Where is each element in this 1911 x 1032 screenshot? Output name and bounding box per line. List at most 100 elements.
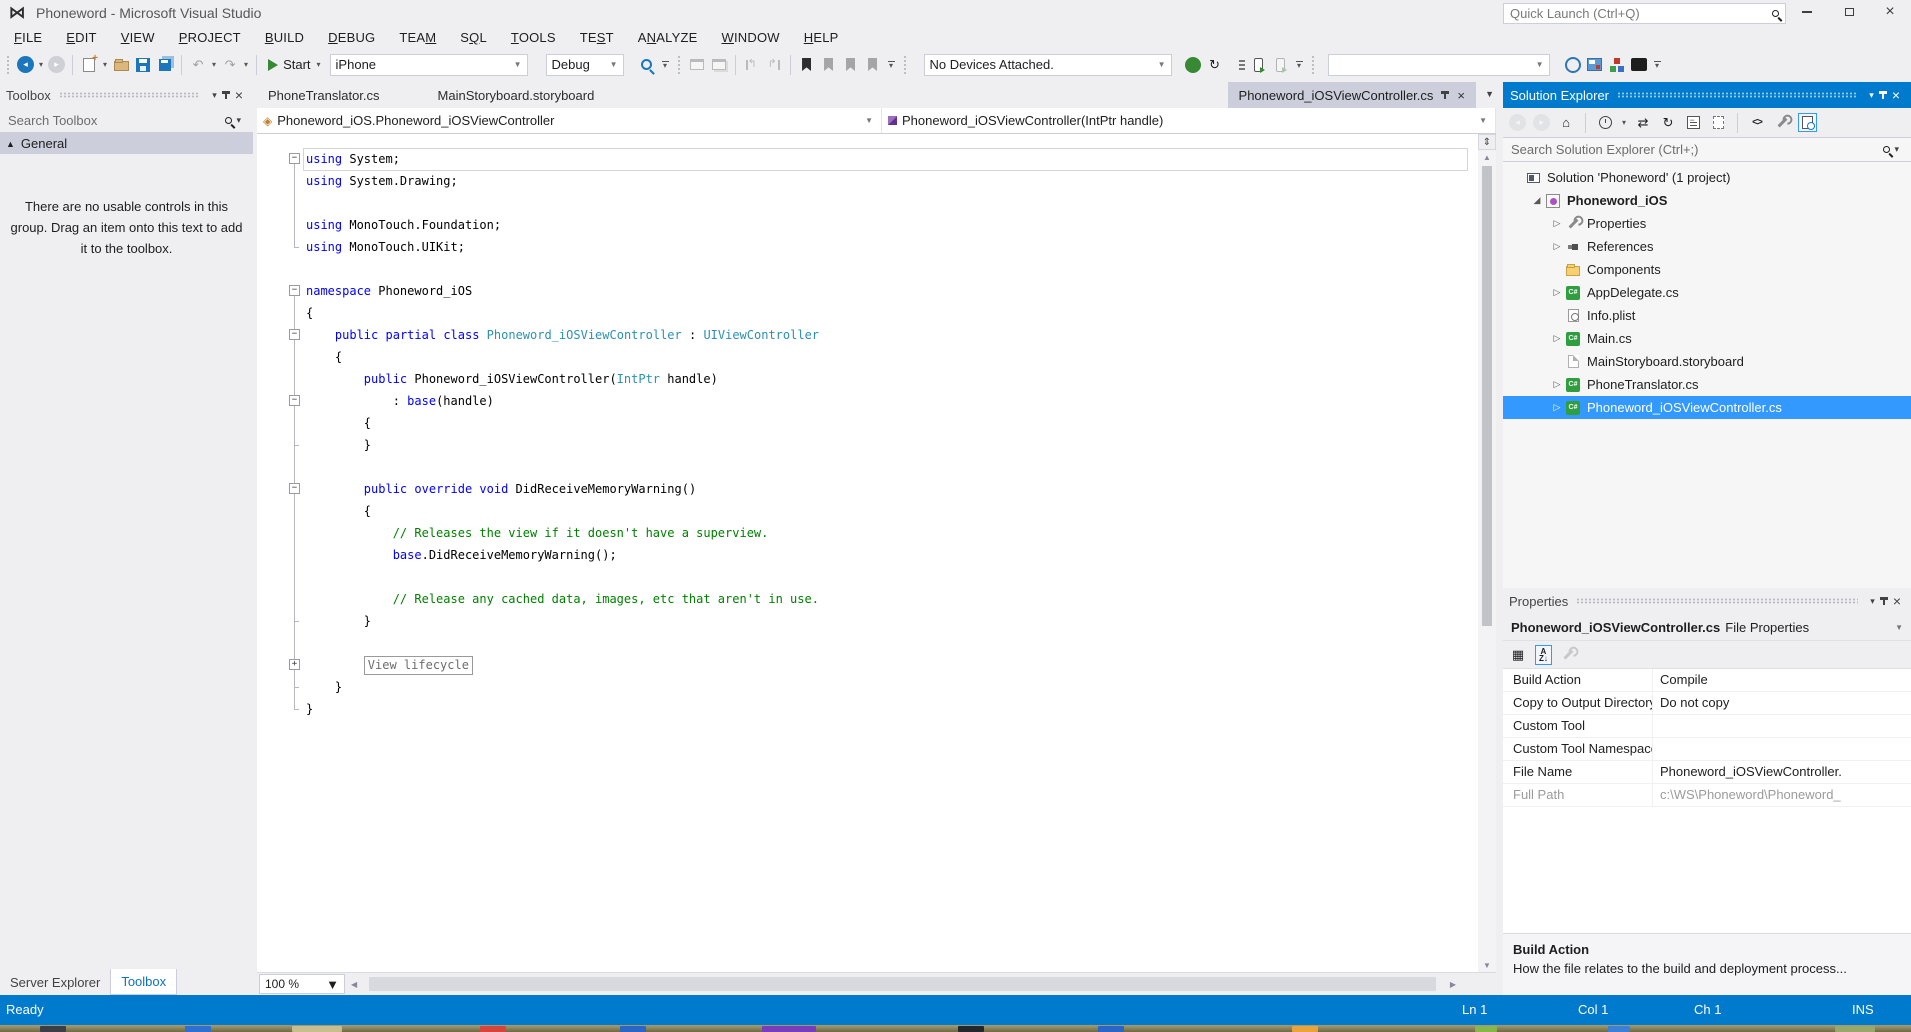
toolbar-grip[interactable] — [903, 55, 908, 75]
tree-item-phonetranslator-cs[interactable]: ▷C#PhoneTranslator.cs — [1503, 373, 1911, 396]
devices-combo[interactable]: No Devices Attached.▼ — [924, 54, 1172, 76]
menu-item-edit[interactable]: EDIT — [54, 28, 108, 47]
expanded-icon[interactable]: ◢ — [1529, 195, 1545, 206]
window-position-icon[interactable]: ▾ — [212, 90, 217, 101]
menu-item-sql[interactable]: SQL — [448, 28, 499, 47]
navigate-forward-icon[interactable]: ▸ — [48, 56, 65, 73]
menu-item-analyze[interactable]: ANALYZE — [626, 28, 710, 47]
window-position-icon[interactable]: ▾ — [1870, 596, 1875, 607]
tree-item-appdelegate-cs[interactable]: ▷C#AppDelegate.cs — [1503, 281, 1911, 304]
navigate-back-icon[interactable]: ◂ — [17, 56, 34, 73]
toolbar-overflow-icon[interactable]: ▾ — [1294, 61, 1305, 68]
toolbar-overflow-icon[interactable]: ▾ — [1652, 61, 1663, 68]
close-icon[interactable]: × — [1892, 87, 1900, 103]
collapsed-region[interactable]: View lifecycle — [364, 656, 473, 675]
config-combo[interactable]: Debug▼ — [546, 54, 624, 76]
start-debug-button[interactable]: Start▾ — [264, 57, 325, 72]
uncomment-selection-icon[interactable] — [765, 56, 783, 74]
toolbar-grip[interactable] — [6, 55, 11, 75]
save-all-icon[interactable] — [156, 56, 174, 74]
property-row-custom-tool[interactable]: Custom Tool — [1503, 715, 1911, 738]
sync-with-active-document-icon[interactable]: ⇄ — [1634, 114, 1652, 132]
collapse-all-icon[interactable] — [1684, 114, 1702, 132]
property-value[interactable]: Do not copy — [1653, 692, 1911, 714]
restore-button[interactable] — [1828, 0, 1870, 23]
close-button[interactable]: × — [1869, 0, 1911, 23]
menu-item-team[interactable]: TEAM — [387, 28, 448, 47]
scroll-down-icon[interactable]: ▼ — [1483, 958, 1491, 972]
se-forward-icon[interactable]: ▸ — [1533, 114, 1550, 131]
zoom-combo[interactable]: 100 % ▼ — [259, 974, 345, 994]
taskbar-app-icon[interactable] — [1835, 1026, 1875, 1032]
taskbar-app-icon[interactable] — [1475, 1026, 1497, 1032]
tab-server-explorer[interactable]: Server Explorer — [0, 969, 110, 995]
collapsed-icon[interactable]: ▷ — [1549, 287, 1565, 298]
toolbar-grip[interactable] — [1311, 55, 1316, 75]
toolbar-overflow-icon[interactable]: ▾ — [886, 61, 897, 68]
property-pages-icon[interactable] — [1560, 646, 1578, 664]
solution-explorer-search-input[interactable]: Search Solution Explorer (Ctrl+;) ▾ — [1503, 137, 1911, 162]
taskbar-app-icon[interactable] — [480, 1026, 506, 1032]
close-icon[interactable]: × — [1457, 88, 1465, 103]
property-value[interactable] — [1653, 738, 1911, 760]
taskbar-app-icon[interactable] — [958, 1026, 984, 1032]
pending-changes-filter-icon[interactable] — [1596, 114, 1614, 132]
code-editor-surface[interactable]: −−−−−+ using System;using System.Drawing… — [257, 134, 1496, 972]
property-row-build-action[interactable]: Build ActionCompile — [1503, 669, 1911, 692]
toggle-bookmark-icon[interactable] — [798, 56, 816, 74]
chevron-down-icon[interactable]: ▾ — [102, 60, 108, 69]
categorized-icon[interactable]: ▦ — [1509, 646, 1527, 664]
chevron-down-icon[interactable]: ▾ — [38, 60, 44, 69]
se-back-icon[interactable]: ◂ — [1509, 114, 1526, 131]
info-icon[interactable] — [1564, 56, 1582, 74]
preview-selected-items-icon[interactable] — [1798, 113, 1817, 132]
toolbox-title-bar[interactable]: Toolbox ▾ × — [0, 82, 253, 108]
window-frames-icon[interactable] — [688, 56, 706, 74]
quick-launch-input[interactable]: Quick Launch (Ctrl+Q) — [1503, 3, 1786, 24]
menu-item-tools[interactable]: TOOLS — [499, 28, 568, 47]
scroll-up-icon[interactable]: ▲ — [1483, 150, 1491, 164]
minimize-button[interactable] — [1786, 0, 1828, 23]
properties-object-dropdown[interactable]: Phoneword_iOSViewController.cs File Prop… — [1503, 614, 1911, 641]
unnamed-combo[interactable]: ▼ — [1328, 54, 1550, 76]
window-position-icon[interactable]: ▾ — [1869, 90, 1874, 101]
taskbar-app-icon[interactable] — [1098, 1026, 1124, 1032]
tab-toolbox[interactable]: Toolbox — [110, 969, 177, 995]
solution-explorer-title-bar[interactable]: Solution Explorer ▾ × — [1503, 82, 1911, 108]
tree-item-mainstoryboard-storyboard[interactable]: MainStoryboard.storyboard — [1503, 350, 1911, 373]
pin-icon[interactable] — [1882, 91, 1884, 99]
horizontal-scrollbar[interactable]: ◀ ▶ — [345, 973, 1496, 995]
toolbox-group-general[interactable]: ▲ General — [0, 133, 253, 154]
scrollbar-thumb[interactable] — [369, 977, 1436, 991]
property-row-copy-to-output-directory[interactable]: Copy to Output DirectoryDo not copy — [1503, 692, 1911, 715]
split-editor-handle[interactable]: ⇕ — [1478, 134, 1496, 150]
taskbar-app-icon[interactable] — [40, 1026, 66, 1032]
show-all-files-icon[interactable] — [1709, 114, 1727, 132]
refresh-devices-icon[interactable]: ↻ — [1206, 56, 1224, 74]
clear-bookmarks-icon[interactable] — [864, 56, 882, 74]
device-connected-icon[interactable] — [1184, 56, 1202, 74]
tree-item-properties[interactable]: ▷Properties — [1503, 212, 1911, 235]
device-sync-icon[interactable] — [1250, 56, 1268, 74]
property-value[interactable]: Phoneword_iOSViewController. — [1653, 761, 1911, 783]
properties-icon[interactable] — [1773, 114, 1791, 132]
property-row-custom-tool-namespace[interactable]: Custom Tool Namespace — [1503, 738, 1911, 761]
scrollbar-thumb[interactable] — [1482, 166, 1492, 626]
members-dropdown[interactable]: Phoneword_iOSViewController(IntPtr handl… — [882, 108, 1496, 133]
properties-title-bar[interactable]: Properties ▾ × — [1503, 588, 1911, 614]
menu-item-help[interactable]: HELP — [792, 28, 851, 47]
undo-icon[interactable]: ↶ — [189, 56, 207, 74]
tree-item-main-cs[interactable]: ▷C#Main.cs — [1503, 327, 1911, 350]
types-dropdown[interactable]: ◈ Phoneword_iOS.Phoneword_iOSViewControl… — [257, 108, 882, 133]
tree-item-info-plist[interactable]: Info.plist — [1503, 304, 1911, 327]
property-row-full-path[interactable]: Full Pathc:\WS\Phoneword\Phoneword_ — [1503, 784, 1911, 807]
tree-item-references[interactable]: ▷References — [1503, 235, 1911, 258]
close-icon[interactable]: × — [235, 87, 243, 103]
packages-icon[interactable] — [1608, 56, 1626, 74]
comment-selection-icon[interactable] — [743, 56, 761, 74]
property-value[interactable]: c:\WS\Phoneword\Phoneword_ — [1653, 784, 1911, 806]
close-icon[interactable]: × — [1893, 593, 1901, 609]
property-value[interactable] — [1653, 715, 1911, 737]
refresh-icon[interactable]: ↻ — [1659, 114, 1677, 132]
menu-item-project[interactable]: PROJECT — [167, 28, 253, 47]
